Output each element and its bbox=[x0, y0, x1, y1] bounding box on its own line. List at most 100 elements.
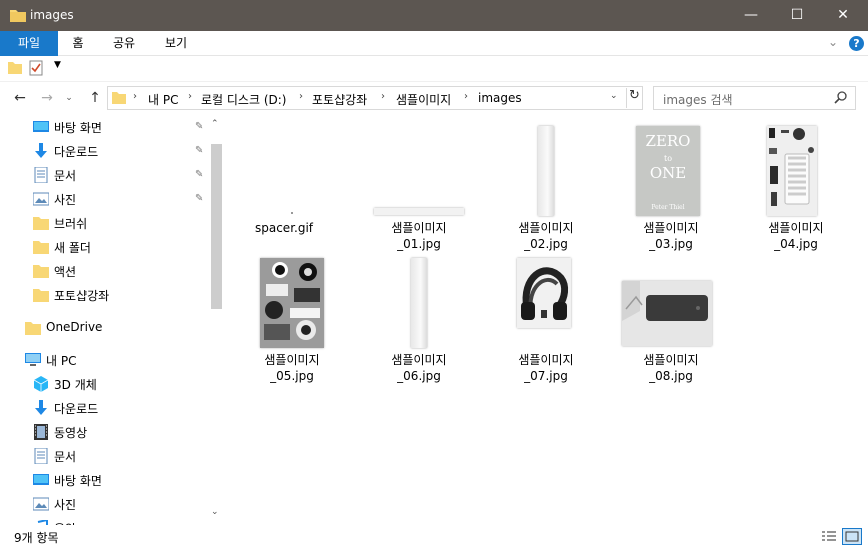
image-thumbnail bbox=[517, 258, 571, 328]
item-count: 9개 항목 bbox=[14, 531, 59, 545]
breadcrumb-local-disk[interactable]: 로컬 디스크 (D:) bbox=[201, 91, 286, 108]
image-thumbnail bbox=[260, 258, 324, 348]
address-bar[interactable]: › 내 PC › 로컬 디스크 (D:) › 포토샵강좌 › 샘플이미지 › i… bbox=[107, 86, 643, 110]
image-thumbnail bbox=[374, 208, 464, 215]
back-button[interactable]: ← bbox=[9, 88, 31, 108]
desktop-icon bbox=[33, 119, 49, 135]
breadcrumb-separator[interactable]: › bbox=[188, 91, 192, 102]
file-item-04[interactable]: 샘플이미지 _04.jpg bbox=[737, 116, 855, 251]
tab-home[interactable]: 홈 bbox=[64, 31, 92, 56]
image-thumbnail bbox=[538, 126, 554, 216]
tab-file[interactable]: 파일 bbox=[0, 31, 58, 56]
sidebar-item-label: 바탕 화면 bbox=[54, 121, 102, 135]
title-bar: images — ☐ ✕ bbox=[0, 0, 868, 31]
file-item-06[interactable]: 샘플이미지 _06.jpg bbox=[360, 248, 478, 383]
spacer-thumbnail bbox=[291, 212, 293, 214]
help-icon[interactable]: ? bbox=[849, 36, 864, 51]
pictures-icon bbox=[32, 191, 50, 207]
recent-locations-icon[interactable]: ⌄ bbox=[58, 88, 80, 108]
tab-share[interactable]: 공유 bbox=[106, 31, 142, 56]
quick-access-toolbar: ▼ bbox=[0, 56, 868, 82]
search-input[interactable]: images 검색 bbox=[663, 91, 733, 108]
sidebar-item-label: 사진 bbox=[54, 498, 77, 512]
navigation-bar: ← → ⌄ ↑ › 내 PC › 로컬 디스크 (D:) › 포토샵강좌 › 샘… bbox=[0, 84, 868, 112]
search-box[interactable]: images 검색 bbox=[653, 86, 856, 110]
download-icon bbox=[33, 143, 49, 159]
maximize-button[interactable]: ☐ bbox=[774, 0, 820, 31]
sidebar-item-label: 사진 bbox=[54, 193, 77, 207]
scroll-down-icon[interactable]: ⌄ bbox=[211, 507, 219, 517]
image-thumbnail bbox=[622, 281, 712, 346]
sidebar-item-label: 액션 bbox=[54, 265, 77, 279]
sidebar-item-label: 브러쉬 bbox=[54, 217, 88, 231]
sidebar-item-label: 문서 bbox=[54, 450, 77, 464]
breadcrumb-photoshop[interactable]: 포토샵강좌 bbox=[312, 91, 367, 108]
file-item-08[interactable]: 샘플이미지 _08.jpg bbox=[612, 248, 730, 383]
file-name: 샘플이미지 _04.jpg bbox=[768, 221, 824, 251]
file-list: spacer.gif 샘플이미지 _01.jpg 샘플이미지 _02.jpg ZER… bbox=[225, 115, 868, 525]
qat-dropdown-icon[interactable]: ▼ bbox=[54, 60, 61, 70]
folder-icon bbox=[10, 8, 26, 25]
tab-view[interactable]: 보기 bbox=[158, 31, 194, 56]
file-item-07[interactable]: 샘플이미지 _07.jpg bbox=[487, 248, 605, 383]
properties-icon[interactable] bbox=[29, 60, 43, 79]
folder-icon bbox=[33, 215, 49, 231]
breadcrumb-separator[interactable]: › bbox=[464, 91, 468, 102]
book-cover-thumbnail: ZERO to ONE Peter Thiel bbox=[636, 126, 700, 216]
videos-icon bbox=[33, 424, 49, 440]
image-thumbnail bbox=[411, 258, 427, 348]
scrollbar-thumb[interactable] bbox=[211, 144, 222, 309]
sidebar-item-label: 내 PC bbox=[46, 354, 77, 368]
minimize-button[interactable]: — bbox=[728, 0, 774, 31]
pin-icon: ✎ bbox=[195, 193, 204, 204]
onedrive-folder-icon bbox=[25, 320, 41, 336]
folder-icon bbox=[33, 263, 49, 279]
address-dropdown-icon[interactable]: ⌄ bbox=[610, 91, 618, 101]
up-button[interactable]: ↑ bbox=[84, 88, 106, 108]
breadcrumb-separator[interactable]: › bbox=[133, 91, 137, 102]
book-author-text: Peter Thiel bbox=[651, 204, 685, 211]
breadcrumb-images[interactable]: images bbox=[478, 91, 522, 105]
sidebar-item-label: 포토샵강좌 bbox=[54, 289, 110, 303]
large-icons-view-icon[interactable] bbox=[842, 528, 862, 545]
new-folder-icon[interactable] bbox=[8, 61, 22, 78]
sidebar-item-label: 바탕 화면 bbox=[54, 474, 102, 488]
file-name: spacer.gif bbox=[254, 221, 314, 235]
window-title: images bbox=[30, 8, 74, 22]
file-name: 샘플이미지 _07.jpg bbox=[518, 353, 574, 383]
file-item-05[interactable]: 샘플이미지 _05.jpg bbox=[233, 248, 351, 383]
sidebar-item-label: OneDrive bbox=[46, 320, 103, 334]
file-item-01[interactable]: 샘플이미지 _01.jpg bbox=[360, 116, 478, 251]
search-icon[interactable] bbox=[834, 90, 848, 107]
breadcrumb-sample-images[interactable]: 샘플이미지 bbox=[396, 91, 451, 108]
sidebar-scrollbar[interactable]: ⌃ ⌄ bbox=[208, 117, 224, 525]
file-name: 샘플이미지 _06.jpg bbox=[391, 353, 447, 383]
scroll-up-icon[interactable]: ⌃ bbox=[211, 119, 219, 129]
document-icon bbox=[33, 166, 49, 184]
forward-button[interactable]: → bbox=[36, 88, 58, 108]
navigation-pane: 바탕 화면 ✎ 다운로드 ✎ 문서 ✎ 사진 ✎ 브러쉬 새 폴더 액션 포토샵… bbox=[0, 115, 224, 525]
folder-icon bbox=[33, 239, 49, 255]
desktop-icon bbox=[33, 472, 49, 488]
image-thumbnail bbox=[767, 126, 817, 216]
breadcrumb-separator[interactable]: › bbox=[381, 91, 385, 102]
pin-icon: ✎ bbox=[195, 121, 204, 132]
pin-icon: ✎ bbox=[195, 169, 204, 180]
book-title-text: ZERO to ONE bbox=[645, 132, 691, 182]
refresh-button[interactable]: ↻ bbox=[626, 88, 642, 108]
computer-icon bbox=[25, 352, 41, 368]
close-button[interactable]: ✕ bbox=[820, 0, 866, 31]
file-item-03[interactable]: ZERO to ONE Peter Thiel 샘플이미지 _03.jpg bbox=[612, 116, 730, 251]
details-view-icon[interactable] bbox=[820, 528, 838, 545]
status-bar: 9개 항목 bbox=[0, 525, 868, 549]
breadcrumb-this-pc[interactable]: 내 PC bbox=[148, 91, 178, 108]
file-item-02[interactable]: 샘플이미지 _02.jpg bbox=[487, 116, 605, 251]
file-name: 샘플이미지 _08.jpg bbox=[643, 353, 699, 383]
ribbon-expand-icon[interactable]: ⌄ bbox=[828, 35, 838, 49]
pin-icon: ✎ bbox=[195, 145, 204, 156]
folder-icon bbox=[112, 91, 126, 108]
file-item-spacer[interactable]: spacer.gif bbox=[225, 116, 343, 244]
3d-objects-icon bbox=[33, 376, 49, 392]
breadcrumb-separator[interactable]: › bbox=[299, 91, 303, 102]
sidebar-item-label: 동영상 bbox=[54, 426, 88, 440]
